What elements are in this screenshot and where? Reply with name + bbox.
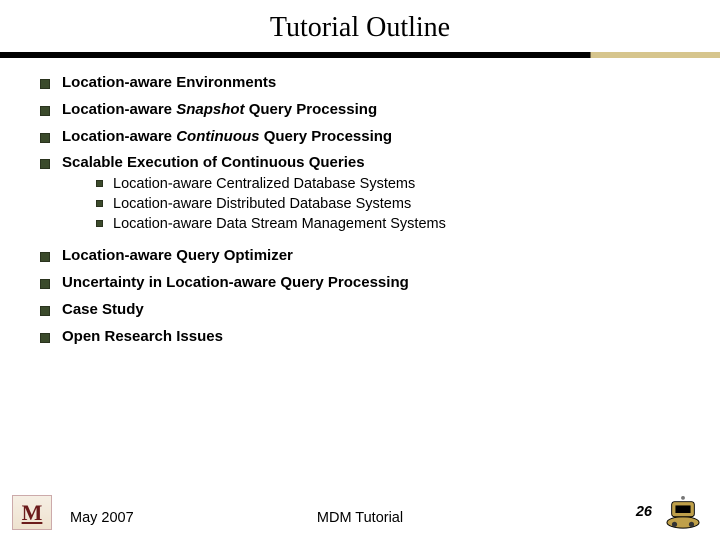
bullet-item: Scalable Execution of Continuous Queries: [40, 154, 680, 173]
bullet-text: Open Research Issues: [62, 328, 223, 347]
footer-date: May 2007: [70, 510, 134, 530]
bullet-item: Uncertainty in Location-aware Query Proc…: [40, 274, 680, 293]
bullet-text-em: Snapshot: [176, 101, 244, 118]
square-bullet-icon: [40, 106, 50, 116]
purdue-logo-icon: [664, 496, 702, 530]
bullet-text-part: Location-aware: [62, 128, 176, 145]
bullet-text-part: Location-aware: [62, 101, 176, 118]
square-bullet-icon: [40, 333, 50, 343]
square-bullet-icon: [40, 79, 50, 89]
bullet-text-part: Query Processing: [245, 101, 378, 118]
bullet-item: Case Study: [40, 301, 680, 320]
bullet-item: Location-aware Environments: [40, 74, 680, 93]
square-bullet-icon: [40, 279, 50, 289]
bullet-text: Location-aware Continuous Query Processi…: [62, 128, 392, 147]
bullet-item: Location-aware Snapshot Query Processing: [40, 101, 680, 120]
sub-bullet-item: Location-aware Distributed Database Syst…: [96, 195, 680, 213]
square-bullet-icon: [96, 220, 103, 227]
square-bullet-icon: [96, 200, 103, 207]
content-area: Location-aware Environments Location-awa…: [0, 74, 720, 346]
sub-bullet-item: Location-aware Data Stream Management Sy…: [96, 215, 680, 233]
divider-band: [0, 52, 720, 58]
square-bullet-icon: [96, 180, 103, 187]
university-minnesota-logo-icon: M: [12, 495, 52, 530]
page-number: 26: [636, 504, 652, 530]
square-bullet-icon: [40, 252, 50, 262]
bullet-text: Scalable Execution of Continuous Queries: [62, 154, 365, 173]
bullet-text: Uncertainty in Location-aware Query Proc…: [62, 274, 409, 293]
square-bullet-icon: [40, 159, 50, 169]
bullet-item: Location-aware Query Optimizer: [40, 247, 680, 266]
footer: M May 2007 MDM Tutorial 26: [0, 495, 720, 530]
slide-title: Tutorial Outline: [0, 0, 720, 52]
sub-bullet-item: Location-aware Centralized Database Syst…: [96, 175, 680, 193]
footer-left: M May 2007: [12, 495, 134, 530]
logo-letter: M: [22, 500, 43, 526]
footer-right: 26: [636, 496, 702, 530]
sub-bullet-text: Location-aware Data Stream Management Sy…: [113, 215, 446, 233]
bullet-text: Location-aware Snapshot Query Processing: [62, 101, 377, 120]
footer-center-label: MDM Tutorial: [317, 510, 403, 526]
bullet-text-part: Query Processing: [260, 128, 393, 145]
bullet-text: Location-aware Environments: [62, 74, 276, 93]
slide: Tutorial Outline Location-aware Environm…: [0, 0, 720, 540]
sub-bullet-text: Location-aware Centralized Database Syst…: [113, 175, 415, 193]
bullet-item: Open Research Issues: [40, 328, 680, 347]
sub-bullet-text: Location-aware Distributed Database Syst…: [113, 195, 411, 213]
square-bullet-icon: [40, 306, 50, 316]
bullet-item: Location-aware Continuous Query Processi…: [40, 128, 680, 147]
bullet-text: Location-aware Query Optimizer: [62, 247, 293, 266]
bullet-text-em: Continuous: [176, 128, 259, 145]
bullet-text: Case Study: [62, 301, 144, 320]
square-bullet-icon: [40, 133, 50, 143]
